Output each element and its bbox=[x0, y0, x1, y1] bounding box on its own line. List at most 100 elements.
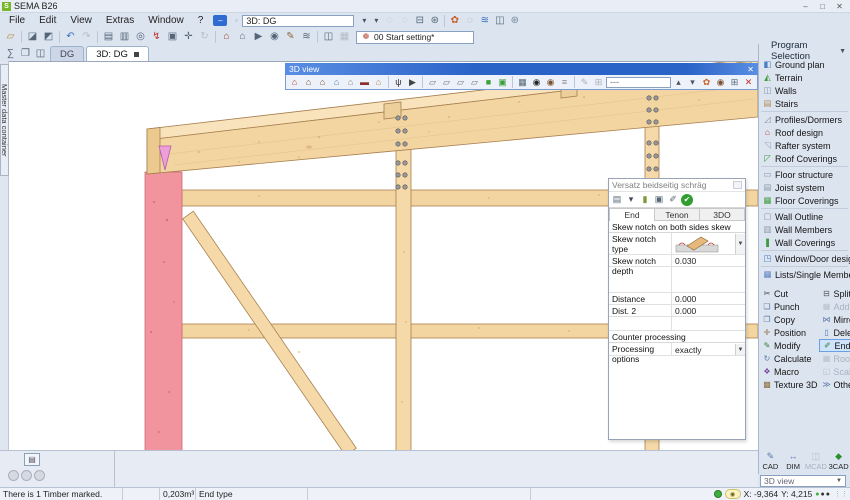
print-icon[interactable]: ▤ bbox=[101, 30, 116, 44]
snap-indicator-icon[interactable] bbox=[714, 490, 722, 498]
cube-wire-4-icon[interactable]: ▱ bbox=[468, 76, 481, 89]
settings-gear-icon[interactable]: ⊛ bbox=[507, 14, 522, 28]
sidebar-item-profiles-dormers[interactable]: ◿Profiles/Dormers bbox=[759, 113, 850, 126]
image-export-icon[interactable]: ▥ bbox=[117, 30, 132, 44]
mode-3cad-button[interactable]: ◆3CAD bbox=[828, 451, 849, 474]
processing-options-value[interactable]: exactly▼ bbox=[671, 343, 745, 355]
view-prev-icon[interactable]: ▾ bbox=[358, 15, 370, 27]
direction-icon[interactable]: ▶ bbox=[251, 30, 266, 44]
spin-down-icon[interactable]: ▾ bbox=[686, 76, 699, 89]
dowel-display-icon[interactable]: ψ bbox=[392, 76, 405, 89]
undo-icon[interactable]: ↶ bbox=[63, 30, 78, 44]
skew-notch-type-dropdown-icon[interactable]: ▼ bbox=[735, 234, 745, 254]
sidebar-item-terrain[interactable]: ◭Terrain bbox=[759, 71, 850, 84]
render-photo-icon[interactable]: ◉ bbox=[714, 76, 727, 89]
sidebar-item-floor-structure[interactable]: ▭Floor structure bbox=[759, 168, 850, 181]
start-setting-combo[interactable]: ❁ 00 Start setting* bbox=[356, 31, 474, 44]
menu-view[interactable]: View bbox=[63, 15, 99, 26]
sidebar-item-wall-outline[interactable]: ▢Wall Outline bbox=[759, 210, 850, 223]
view-house-red-icon[interactable]: ⌂ bbox=[288, 76, 301, 89]
tool-split[interactable]: ⊟Split bbox=[819, 287, 850, 300]
sum-icon[interactable]: ∑ bbox=[3, 47, 18, 61]
tool-cut[interactable]: ✂Cut bbox=[759, 287, 818, 300]
master-data-container-tab[interactable]: Master data container bbox=[0, 64, 9, 176]
apply-ok-icon[interactable]: ✔ bbox=[681, 194, 693, 206]
columns-icon[interactable]: ◫ bbox=[321, 30, 336, 44]
window-arrange-icon[interactable]: ⊟ bbox=[412, 14, 427, 28]
battery-icon[interactable]: ▮ bbox=[639, 194, 651, 206]
mode-cad-button[interactable]: ✎CAD bbox=[760, 451, 781, 474]
pencil-tool-icon[interactable]: ✎ bbox=[283, 30, 298, 44]
tab-dg[interactable]: DG bbox=[50, 46, 84, 61]
view-house-frame-icon[interactable]: ⌂ bbox=[302, 76, 315, 89]
cube-textured-icon[interactable]: ▣ bbox=[496, 76, 509, 89]
toolbar-close-icon[interactable]: ✕ bbox=[742, 76, 755, 89]
view-preset-combo[interactable]: --- bbox=[606, 77, 671, 88]
view-house-blue-icon[interactable]: ⌂ bbox=[330, 76, 343, 89]
target-icon[interactable]: ◉ bbox=[267, 30, 282, 44]
spin-up-icon[interactable]: ▴ bbox=[672, 76, 685, 89]
annotate-b-icon[interactable]: ◩ bbox=[41, 30, 56, 44]
dialog-tab-tenon[interactable]: Tenon bbox=[655, 208, 700, 221]
tool-copy[interactable]: ❐Copy bbox=[759, 313, 818, 326]
minimize-button[interactable]: – bbox=[797, 1, 814, 12]
view-house-grey-icon[interactable]: ⌂ bbox=[344, 76, 357, 89]
render-grid-icon[interactable]: ⊞ bbox=[728, 76, 741, 89]
zoom-region-icon[interactable]: ▣ bbox=[165, 30, 180, 44]
measure-icon[interactable]: ≋ bbox=[299, 30, 314, 44]
view-select-dropdown[interactable]: 3D view▼ bbox=[760, 475, 846, 487]
annotate-a-icon[interactable]: ◪ bbox=[25, 30, 40, 44]
tool-modify[interactable]: ✎Modify bbox=[759, 339, 818, 352]
tool-macro[interactable]: ❖Macro bbox=[759, 365, 818, 378]
resize-grip-icon[interactable]: ⋮⋮ bbox=[834, 490, 848, 498]
maximize-button[interactable]: □ bbox=[814, 1, 831, 12]
sidebar-item-stairs[interactable]: ▤Stairs bbox=[759, 97, 850, 110]
skew-notch-depth-value[interactable]: 0.030 bbox=[671, 255, 745, 266]
save-icon[interactable]: ▣ bbox=[653, 194, 665, 206]
3d-view-titlebar[interactable]: 3D view ✕ bbox=[285, 63, 758, 75]
visibility-eye-icon[interactable]: ◉ bbox=[725, 489, 741, 499]
dialog-titlebar[interactable]: Versatz beidseitig schräg bbox=[609, 179, 745, 192]
camera-icon[interactable]: ◉ bbox=[530, 76, 543, 89]
tool-calculate[interactable]: ↻Calculate bbox=[759, 352, 818, 365]
preset-dropdown-icon[interactable]: ▾ bbox=[625, 194, 637, 206]
dist2-value[interactable]: 0.000 bbox=[671, 305, 745, 316]
copy-view-icon[interactable]: ❐ bbox=[18, 47, 33, 61]
projector-icon[interactable]: ▦ bbox=[516, 76, 529, 89]
close-button[interactable]: ✕ bbox=[831, 1, 848, 12]
menu-help[interactable]: ? bbox=[191, 15, 211, 26]
view-house-frame2-icon[interactable]: ⌂ bbox=[316, 76, 329, 89]
sidebar-item-roof-coverings[interactable]: ◸Roof Coverings bbox=[759, 152, 850, 165]
sidebar-item-window-door-design[interactable]: ◳Window/Door design bbox=[759, 252, 850, 265]
sidebar-item-lists-single-member[interactable]: ▦Lists/Single Member bbox=[759, 268, 850, 281]
tool-texture-3d[interactable]: ▩Texture 3D bbox=[759, 378, 818, 391]
sidebar-item-wall-members[interactable]: ▥Wall Members bbox=[759, 223, 850, 236]
tool-position[interactable]: ✛Position bbox=[759, 326, 818, 339]
camera-settings-icon[interactable]: ◉ bbox=[544, 76, 557, 89]
tool-others[interactable]: ≫Others bbox=[819, 378, 850, 391]
window-cascade-icon[interactable]: ⊛ bbox=[427, 14, 442, 28]
menu-edit[interactable]: Edit bbox=[32, 15, 63, 26]
flash-icon[interactable]: ↯ bbox=[149, 30, 164, 44]
pan-move-icon[interactable]: ✛ bbox=[181, 30, 196, 44]
cube-wire-2-icon[interactable]: ▱ bbox=[440, 76, 453, 89]
sidebar-item-floor-coverings[interactable]: ▦Floor Coverings bbox=[759, 194, 850, 207]
tool-mirror[interactable]: ⋈Mirror bbox=[819, 313, 850, 326]
dialog-tab-3do[interactable]: 3DO bbox=[700, 208, 745, 221]
distance-value[interactable]: 0.000 bbox=[671, 293, 745, 304]
3d-view-close-icon[interactable]: ✕ bbox=[747, 65, 754, 74]
cube-solid-icon[interactable]: ■ bbox=[482, 76, 495, 89]
waves-icon[interactable]: ≋ bbox=[477, 14, 492, 28]
sidebar-item-joist-system[interactable]: ▤Joist system bbox=[759, 181, 850, 194]
cube-wire-1-icon[interactable]: ▱ bbox=[426, 76, 439, 89]
sidebar-item-walls[interactable]: ◫Walls bbox=[759, 84, 850, 97]
tab-3d-dg[interactable]: 3D: DG bbox=[86, 46, 149, 61]
sidebar-item-roof-design[interactable]: ⌂Roof design bbox=[759, 126, 850, 139]
mode-dim-button[interactable]: ↔DIM bbox=[783, 451, 804, 474]
tool-delete[interactable]: ▯Delete bbox=[819, 326, 850, 339]
preset-list-icon[interactable]: ▤ bbox=[611, 194, 623, 206]
walkthrough-icon[interactable]: ≡ bbox=[558, 76, 571, 89]
pick-icon[interactable]: ✐ bbox=[667, 194, 679, 206]
tool-punch[interactable]: ❏Punch bbox=[759, 300, 818, 313]
beam-end-face[interactable] bbox=[147, 128, 160, 175]
